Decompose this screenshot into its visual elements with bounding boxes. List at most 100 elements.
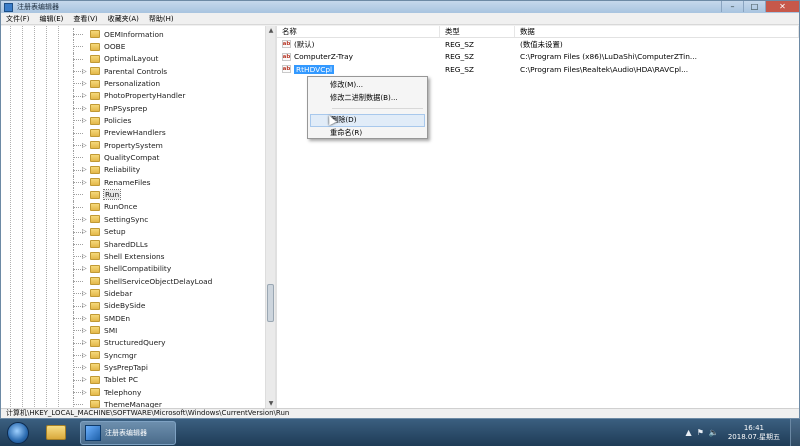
tree-item[interactable]: ▷ Syncmgr: [1, 348, 265, 362]
tree-item[interactable]: ▷ Telephony: [1, 385, 265, 399]
tree-item[interactable]: ShellServiceObjectDelayLoad: [1, 274, 265, 288]
show-desktop-button[interactable]: [790, 419, 800, 446]
tree-item-label: Shell Extensions: [104, 251, 165, 261]
tree-scrollbar[interactable]: ▲ ▼: [265, 26, 275, 409]
menu-edit[interactable]: 编辑(E): [35, 14, 69, 24]
volume-icon[interactable]: 🔈: [709, 428, 719, 437]
clock[interactable]: 16:41 2018.07.星期五: [728, 424, 780, 442]
tree-item[interactable]: ▷ Reliability: [1, 163, 265, 177]
taskbar-explorer[interactable]: [36, 421, 76, 445]
scroll-up-icon[interactable]: ▲: [266, 26, 275, 36]
expand-arrow-icon[interactable]: ▷: [82, 253, 87, 260]
tree-item[interactable]: PreviewHandlers: [1, 126, 265, 140]
close-button[interactable]: ✕: [765, 1, 799, 12]
expand-arrow-icon[interactable]: ▷: [82, 302, 87, 309]
tree-item[interactable]: ▷ SideBySide: [1, 299, 265, 312]
expand-arrow-icon[interactable]: ▷: [82, 265, 87, 272]
tree-item-label: ShellCompatibility: [104, 264, 172, 274]
context-menu: 修改(M)... 修改二进制数据(B)... 删除(D) 重命名(R): [307, 76, 428, 139]
tree-item[interactable]: ▷ PropertySystem: [1, 139, 265, 152]
ctx-modify[interactable]: 修改(M)...: [310, 79, 425, 92]
menu-bar: 文件(F) 编辑(E) 查看(V) 收藏夹(A) 帮助(H): [1, 13, 799, 25]
tree-item[interactable]: ▷ Personalization: [1, 77, 265, 90]
minimize-button[interactable]: –: [721, 1, 743, 12]
expand-arrow-icon[interactable]: ▷: [82, 352, 87, 359]
tree-item[interactable]: QualityCompat: [1, 151, 265, 164]
start-button[interactable]: [0, 419, 36, 446]
title-bar[interactable]: 注册表编辑器 – □ ✕: [1, 1, 799, 13]
value-type: REG_SZ: [445, 39, 474, 49]
tree-item[interactable]: ▷ SysPrepTapi: [1, 361, 265, 374]
expand-arrow-icon[interactable]: ▷: [82, 376, 87, 383]
tree-item[interactable]: ▷ SettingSync: [1, 213, 265, 226]
expand-arrow-icon[interactable]: ▷: [82, 80, 87, 87]
tree-item[interactable]: OEMInformation: [1, 28, 265, 41]
folder-icon: [90, 314, 100, 323]
folder-icon: [90, 67, 100, 76]
expand-arrow-icon[interactable]: ▷: [82, 327, 87, 334]
header-name[interactable]: 名称: [277, 26, 440, 37]
tray-expand-icon[interactable]: ▲: [686, 428, 692, 437]
expand-arrow-icon[interactable]: ▷: [82, 315, 87, 322]
menu-view[interactable]: 查看(V): [68, 14, 102, 24]
value-row-default[interactable]: ab (默认) REG_SZ (数值未设置): [277, 38, 799, 51]
tree-item[interactable]: OptimalLayout: [1, 52, 265, 66]
action-center-flag-icon[interactable]: ⚑: [697, 428, 704, 437]
tree-item[interactable]: ▷ Parental Controls: [1, 65, 265, 78]
expand-arrow-icon[interactable]: ▷: [82, 364, 87, 371]
taskbar: 注册表编辑器 ▲ ⚑ 🔈 16:41 2018.07.星期五: [0, 419, 800, 446]
expand-arrow-icon[interactable]: ▷: [82, 166, 87, 173]
folder-icon: [90, 153, 100, 162]
expand-arrow-icon[interactable]: ▷: [82, 228, 87, 235]
expand-arrow-icon[interactable]: ▷: [82, 216, 87, 223]
header-data[interactable]: 数据: [515, 26, 799, 37]
expand-arrow-icon[interactable]: ▷: [82, 117, 87, 124]
menu-favorites[interactable]: 收藏夹(A): [103, 14, 144, 24]
folder-icon: [90, 252, 100, 261]
tree-item[interactable]: ▷ RenameFiles: [1, 176, 265, 189]
tree-item[interactable]: ▷ StructuredQuery: [1, 336, 265, 349]
tree-item[interactable]: ▷ SMDEn: [1, 311, 265, 325]
value-name: RtHDVCpl: [294, 64, 335, 74]
tree-item[interactable]: ▷ Sidebar: [1, 287, 265, 300]
tree-item-label: Syncmgr: [104, 350, 137, 360]
maximize-button[interactable]: □: [743, 1, 765, 12]
expand-arrow-icon[interactable]: ▷: [82, 68, 87, 75]
value-row-rthdvcpl[interactable]: ab RtHDVCpl REG_SZ C:\Program Files\Realt…: [277, 63, 799, 76]
folder-icon: [90, 326, 100, 335]
tree-item-label: Run: [102, 189, 122, 201]
window-title: 注册表编辑器: [17, 3, 59, 11]
tree-item[interactable]: Run: [1, 188, 265, 201]
tree-item[interactable]: ▷ Setup: [1, 225, 265, 238]
folder-icon: [90, 116, 100, 125]
tree-item[interactable]: ▷ Policies: [1, 114, 265, 127]
expand-arrow-icon[interactable]: ▷: [82, 142, 87, 149]
expand-arrow-icon[interactable]: ▷: [82, 339, 87, 346]
folder-icon: [90, 128, 100, 137]
header-type[interactable]: 类型: [440, 26, 515, 37]
menu-file[interactable]: 文件(F): [1, 14, 35, 24]
tree-item[interactable]: ▷ PhotoPropertyHandler: [1, 89, 265, 103]
tree-item[interactable]: ▷ Shell Extensions: [1, 250, 265, 263]
expand-arrow-icon[interactable]: ▷: [82, 92, 87, 99]
expand-arrow-icon[interactable]: ▷: [82, 389, 87, 396]
taskbar-regedit[interactable]: 注册表编辑器: [80, 420, 176, 445]
tree-item[interactable]: SharedDLLs: [1, 237, 265, 251]
tree-scroll-thumb[interactable]: [267, 284, 274, 322]
tree-item[interactable]: ▷ ShellCompatibility: [1, 262, 265, 275]
tree-item[interactable]: ▷ PnPSysprep: [1, 102, 265, 115]
ctx-modify-binary[interactable]: 修改二进制数据(B)...: [310, 92, 425, 105]
value-row-computerz[interactable]: ab ComputerZ-Tray REG_SZ C:\Program Files…: [277, 51, 799, 64]
expand-arrow-icon[interactable]: ▷: [82, 290, 87, 297]
tree-item[interactable]: ▷ Tablet PC: [1, 373, 265, 386]
regedit-window: 注册表编辑器 – □ ✕ 文件(F) 编辑(E) 查看(V) 收藏夹(A) 帮助…: [0, 0, 800, 419]
tree-item-label: Reliability: [104, 165, 141, 175]
tree-item[interactable]: OOBE: [1, 40, 265, 53]
value-data: C:\Program Files\Realtek\Audio\HDA\RAVCp…: [520, 64, 689, 74]
ctx-rename[interactable]: 重命名(R): [310, 127, 425, 140]
menu-help[interactable]: 帮助(H): [144, 14, 179, 24]
expand-arrow-icon[interactable]: ▷: [82, 179, 87, 186]
expand-arrow-icon[interactable]: ▷: [82, 105, 87, 112]
tree-item[interactable]: RunOnce: [1, 200, 265, 214]
tree-item[interactable]: ▷ SMI: [1, 324, 265, 337]
